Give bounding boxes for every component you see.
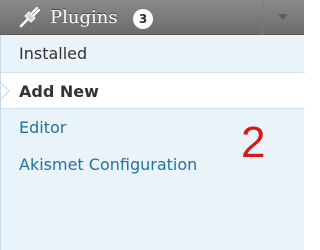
submenu-item-installed[interactable]: Installed [1,35,305,72]
step-number-annotation: 2 [241,118,266,167]
chevron-down-icon [278,14,288,20]
menu-toggle-button[interactable] [263,0,304,35]
submenu-item-add-new[interactable]: Add New [1,72,305,109]
current-item-arrow-icon [1,83,10,99]
plugins-menu-title[interactable]: Plugins [50,7,118,28]
plug-icon [18,5,42,29]
plugin-update-count-badge: 3 [133,9,153,29]
plugins-menu-header[interactable]: Plugins 3 [0,0,304,35]
